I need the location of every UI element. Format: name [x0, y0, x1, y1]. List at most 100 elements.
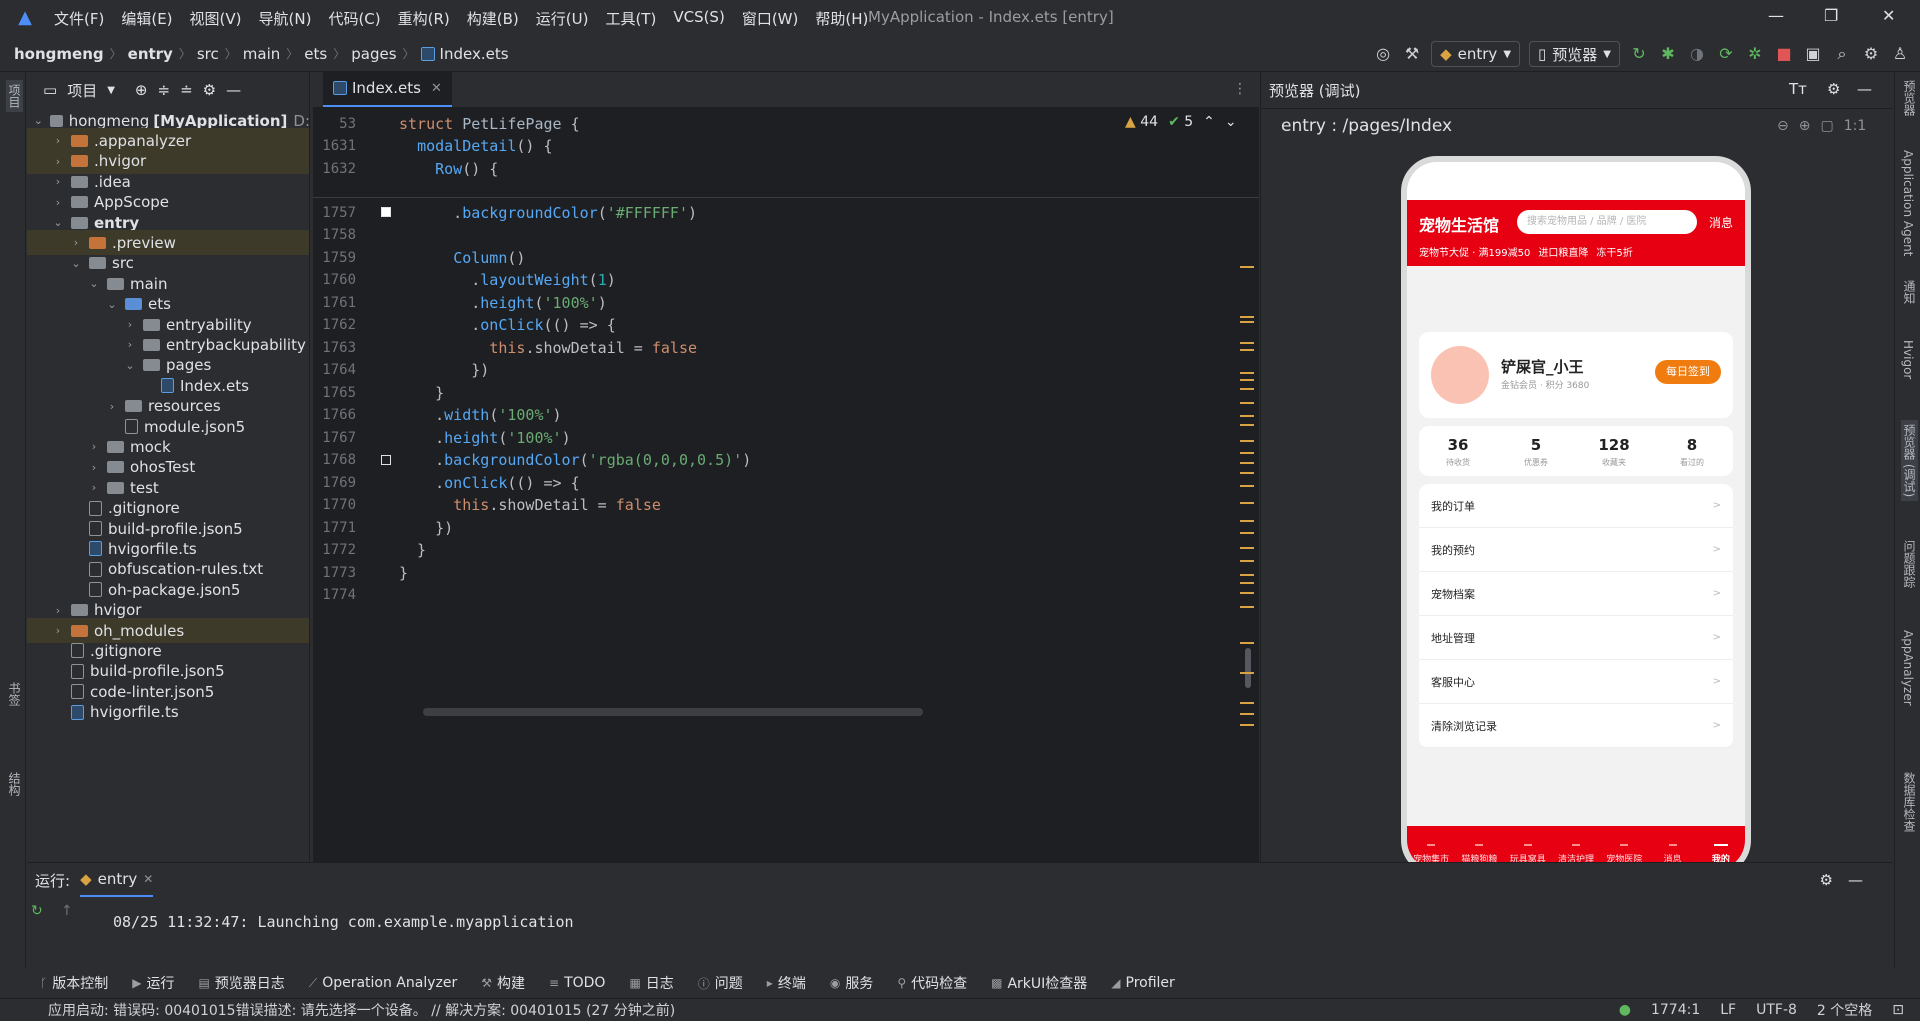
inspection-marker[interactable]	[1240, 472, 1254, 474]
inspection-marker[interactable]	[1240, 402, 1254, 404]
promo-item[interactable]: 冻干5折	[1596, 244, 1632, 259]
tool-tab[interactable]: ⓘ 问题	[698, 973, 743, 993]
chevron-down-icon[interactable]: ⌄	[123, 359, 137, 372]
chevron-down-icon[interactable]: ⌄	[33, 114, 44, 127]
tool-tab[interactable]: ⚒ 构建	[481, 973, 525, 993]
tool-tab[interactable]: ▦ 日志	[629, 973, 673, 993]
inspection-marker[interactable]	[1240, 547, 1254, 549]
menu-row[interactable]: 我的订单 >	[1419, 484, 1733, 528]
inspection-marker[interactable]	[1240, 321, 1254, 323]
breadcrumb-item[interactable]: hongmeng	[14, 45, 104, 63]
tool-tab[interactable]: ◢ Profiler	[1111, 975, 1175, 991]
close-tab-icon[interactable]: ✕	[431, 81, 442, 96]
breadcrumb-item[interactable]: ets	[304, 45, 327, 63]
menu-item[interactable]: VCS(S)	[673, 8, 724, 29]
inspection-marker[interactable]	[1240, 532, 1254, 534]
inspection-marker[interactable]	[1240, 713, 1254, 715]
menu-item[interactable]: 构建(B)	[467, 8, 519, 29]
chevron-down-icon[interactable]: ▼	[107, 85, 115, 96]
inspection-marker[interactable]	[1240, 316, 1254, 318]
scroll-up-icon[interactable]: ↑	[61, 903, 73, 919]
hammer-icon[interactable]: ⚒	[1402, 44, 1422, 64]
breadcrumb-item[interactable]: Index.ets	[440, 45, 509, 63]
stripe-previewer[interactable]: 预览器	[1901, 80, 1918, 116]
avatar[interactable]	[1431, 346, 1489, 404]
chevron-down-icon[interactable]: ⌄	[87, 277, 101, 290]
inspection-marker[interactable]	[1240, 574, 1254, 576]
rerun-icon[interactable]: ↻	[31, 903, 43, 919]
apply-changes-icon[interactable]: ⟳	[1716, 44, 1736, 64]
more-icon[interactable]: ⋮	[1233, 71, 1259, 107]
tab-index-ets[interactable]: Index.ets ✕	[323, 71, 452, 107]
chevron-right-icon[interactable]: ›	[87, 461, 101, 474]
hide-icon[interactable]: —	[1857, 80, 1872, 98]
zoom-out-icon[interactable]: ⊖	[1777, 118, 1789, 134]
lock-icon[interactable]: ⊡	[1892, 1002, 1904, 1018]
menu-item[interactable]: 重构(R)	[398, 8, 450, 29]
tool-tab[interactable]: ▶ 运行	[132, 973, 174, 993]
app-tab[interactable]: 玩具窝具	[1504, 826, 1552, 862]
chevron-right-icon[interactable]: ›	[51, 196, 65, 209]
chevron-down-icon[interactable]: ⌄	[1225, 114, 1237, 130]
inspection-marker[interactable]	[1240, 379, 1254, 381]
rerun-icon[interactable]: ↻	[1629, 44, 1649, 64]
tool-tab[interactable]: ⟋ Operation Analyzer	[309, 975, 457, 991]
chevron-right-icon[interactable]: ›	[51, 604, 65, 617]
chevron-up-icon[interactable]: ⌃	[1203, 114, 1215, 130]
inspection-marker[interactable]	[1240, 452, 1254, 454]
target-icon[interactable]: ◎	[1373, 44, 1393, 64]
chevron-right-icon[interactable]: ›	[51, 175, 65, 188]
tool-tab[interactable]: ◉ 服务	[830, 973, 873, 993]
app-tab[interactable]: 宠物医院	[1600, 826, 1648, 862]
inspection-marker[interactable]	[1240, 372, 1254, 374]
stripe-application-agent[interactable]: Application Agent	[1901, 150, 1915, 256]
chevron-right-icon[interactable]: ›	[51, 155, 65, 168]
locate-icon[interactable]: ⊕	[135, 81, 148, 99]
tool-tab[interactable]: ≡ TODO	[549, 975, 605, 991]
inspection-marker[interactable]	[1240, 702, 1254, 704]
chevron-right-icon[interactable]: ›	[51, 624, 65, 637]
menu-item[interactable]: 导航(N)	[259, 8, 312, 29]
stat-item[interactable]: 8 看过的	[1653, 436, 1731, 468]
inspection-marker[interactable]	[1240, 642, 1254, 644]
stat-item[interactable]: 5 优惠券	[1497, 436, 1575, 468]
collapse-all-icon[interactable]: ≐	[180, 81, 193, 99]
tree-item[interactable]: hvigorfile.ts	[27, 700, 309, 725]
stripe-project[interactable]: 项目	[6, 80, 23, 112]
chevron-right-icon[interactable]: ›	[69, 236, 83, 249]
app-tab[interactable]: 我的	[1697, 826, 1745, 862]
font-size-icon[interactable]: Tт	[1789, 80, 1807, 98]
app-message-link[interactable]: 消息	[1709, 214, 1733, 231]
app-tab[interactable]: 猫粮狗粮	[1455, 826, 1503, 862]
inspection-marker[interactable]	[1240, 342, 1254, 344]
menu-item[interactable]: 编辑(E)	[121, 8, 172, 29]
gear-icon[interactable]: ⚙	[203, 81, 216, 99]
gear-icon[interactable]: ⚙	[1827, 80, 1840, 98]
device-manager-icon[interactable]: ▣	[1803, 44, 1823, 64]
menu-item[interactable]: 视图(V)	[190, 8, 242, 29]
menu-row[interactable]: 我的预约 >	[1419, 528, 1733, 572]
chevron-right-icon[interactable]: ›	[51, 134, 65, 147]
chevron-right-icon[interactable]: ›	[105, 400, 119, 413]
app-tab[interactable]: 消息	[1648, 826, 1696, 862]
debug-icon[interactable]: ✱	[1658, 44, 1678, 64]
caret-position[interactable]: 1774:1	[1651, 1002, 1700, 1018]
hide-icon[interactable]: —	[1848, 871, 1863, 889]
search-icon[interactable]: ⌕	[1832, 44, 1852, 64]
breadcrumb-item[interactable]: main	[243, 45, 280, 63]
fit-icon[interactable]: ▢	[1820, 118, 1833, 134]
line-separator[interactable]: LF	[1720, 1002, 1736, 1018]
project-panel-title[interactable]: 项目	[67, 80, 97, 101]
close-tab-icon[interactable]: ✕	[143, 872, 153, 886]
inspection-marker[interactable]	[1240, 592, 1254, 594]
gear-icon[interactable]: ⚙	[1861, 44, 1881, 64]
inspection-marker[interactable]	[1240, 672, 1254, 674]
stripe-previewer-debug[interactable]: 预览器 (调试)	[1901, 420, 1918, 502]
inspection-widget[interactable]: ▲ 44 ✔ 5 ⌃ ⌄	[1125, 114, 1237, 130]
inspection-marker[interactable]	[1240, 520, 1254, 522]
run-config-select[interactable]: ◆ entry ▼	[1431, 41, 1521, 67]
chevron-right-icon[interactable]: ›	[87, 481, 101, 494]
chevron-down-icon[interactable]: ⌄	[51, 216, 65, 229]
breadcrumb-item[interactable]: src	[197, 45, 219, 63]
breadcrumb-item[interactable]: pages	[351, 45, 396, 63]
